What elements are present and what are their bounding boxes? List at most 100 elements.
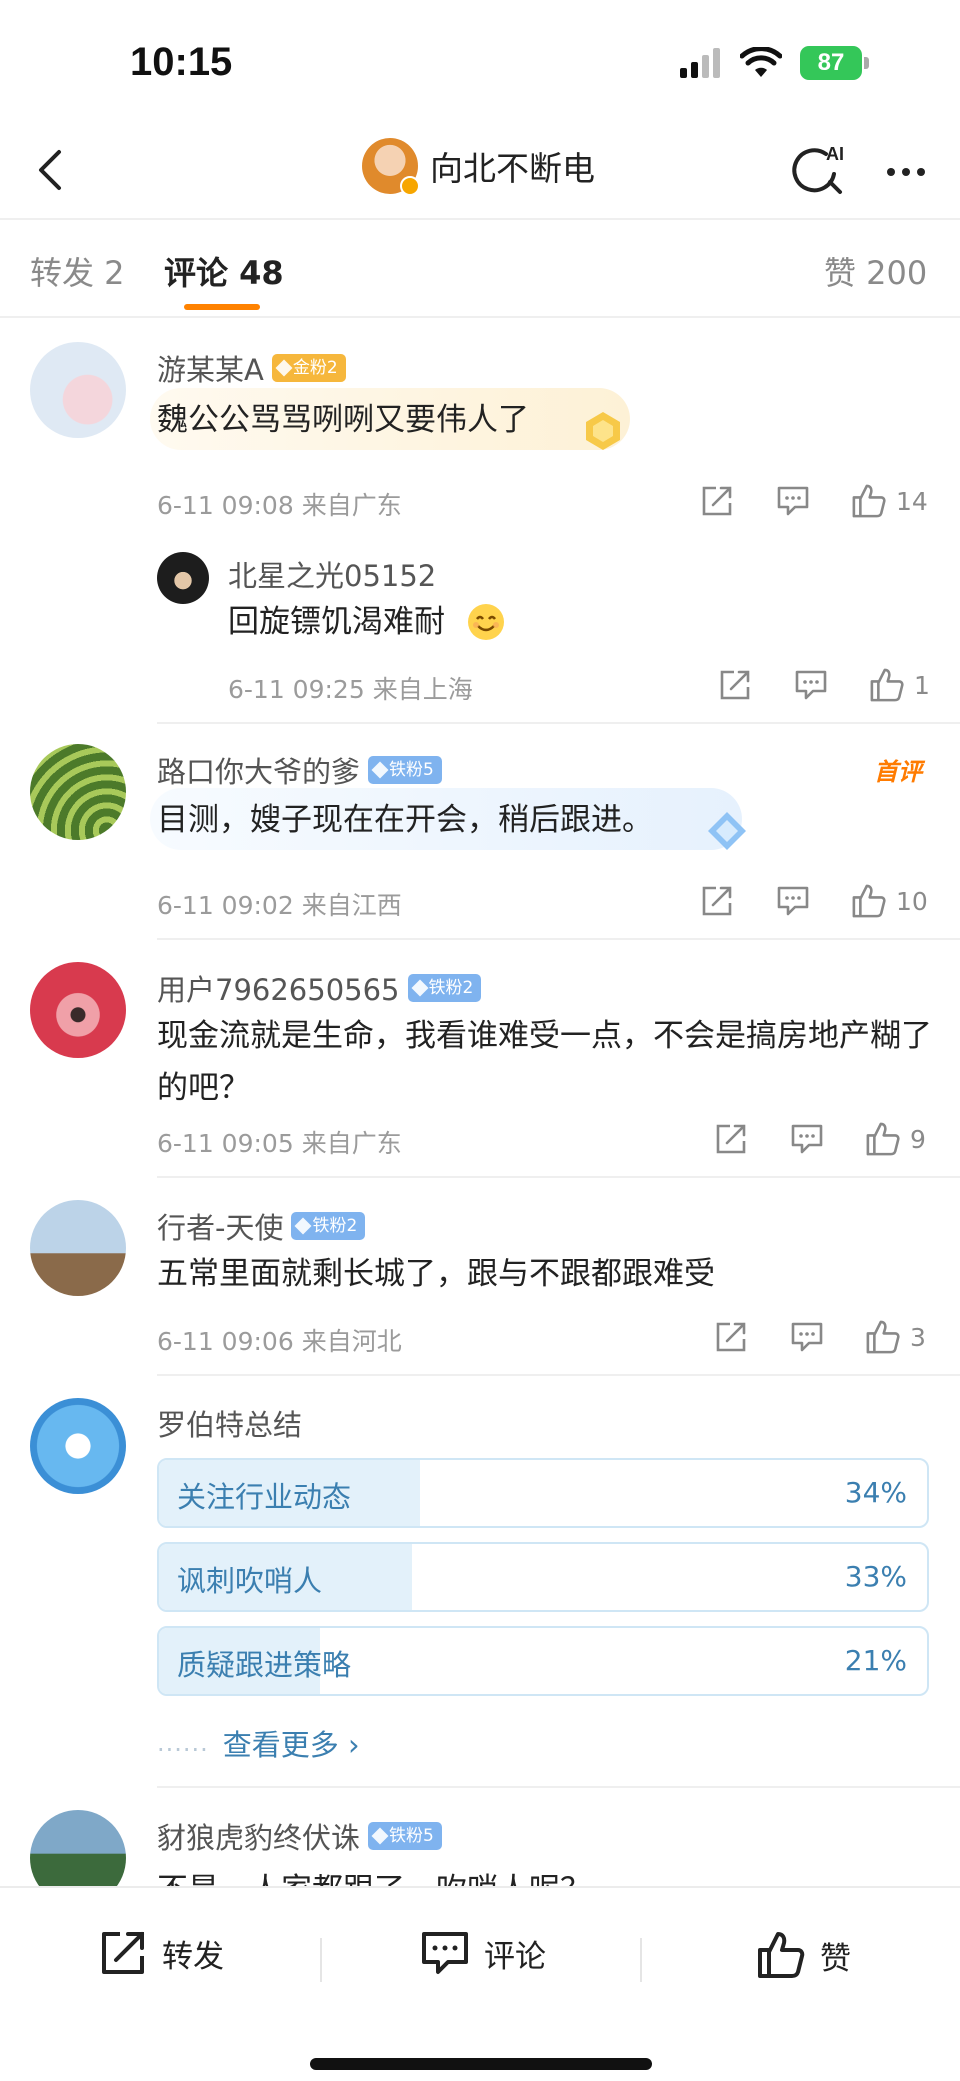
gem-icon [294, 1217, 312, 1235]
reply-action-button[interactable] [784, 1314, 830, 1360]
robot-avatar[interactable] [30, 1398, 126, 1494]
share-icon [716, 1124, 746, 1154]
first-comment-tag: 首评 [874, 758, 922, 786]
gem-icon [371, 761, 389, 779]
reply-action-button[interactable] [770, 478, 816, 524]
battery-icon: 87 [800, 46, 869, 80]
tab-comment[interactable]: 评论 48 [164, 248, 284, 294]
comment-username[interactable]: 用户7962650565 铁粉2 [157, 967, 482, 1009]
comment-text: 现金流就是生命，我看谁难受一点，不会是搞房地产糊了的吧？ [157, 1018, 932, 1106]
gem-icon [371, 1827, 389, 1845]
comment-text: 魏公公骂骂咧咧又要伟人了 [157, 402, 529, 438]
comment-meta: 6-11 09:08 来自广东 [157, 491, 402, 520]
like-action-button[interactable] [860, 1314, 906, 1360]
comment-username[interactable]: 豺狼虎豹终伏诛 铁粉5 [157, 1815, 442, 1857]
like-count: 3 [910, 1322, 926, 1352]
thumbs-up-icon [870, 668, 904, 702]
summary-option[interactable]: 关注行业动态 34% [157, 1458, 929, 1528]
signal-icon [680, 48, 720, 78]
home-indicator [310, 2058, 652, 2070]
like-action-button[interactable] [846, 478, 892, 524]
tab-repost[interactable]: 转发 2 [30, 248, 125, 294]
reply-avatar[interactable] [157, 552, 209, 604]
reply-action-button[interactable] [784, 1116, 830, 1162]
divider [157, 1374, 960, 1376]
divider [157, 938, 960, 940]
reply-action-button[interactable] [788, 662, 834, 708]
dotted-line: ...... [157, 1729, 209, 1757]
gem-icon [275, 359, 293, 377]
active-tab-indicator [184, 304, 260, 310]
comment-username[interactable]: 游某某A 金粉2 [157, 347, 346, 389]
repost-action-button[interactable] [708, 1314, 754, 1360]
repost-button[interactable]: 转发 [98, 1930, 224, 1976]
summary-title: 罗伯特总结 [157, 1408, 303, 1442]
status-icons: 87 [680, 46, 869, 80]
ai-search-icon: AI [792, 144, 844, 194]
battery-level: 87 [800, 46, 862, 80]
author-avatar[interactable] [362, 138, 420, 196]
summary-option-percent: 33% [844, 1560, 907, 1593]
bottom-action-bar: 转发 评论 赞 [0, 1886, 960, 2081]
gold-gem-icon [586, 412, 620, 450]
author-name[interactable]: 向北不断电 [430, 142, 595, 190]
like-count: 14 [896, 486, 928, 516]
more-button[interactable] [878, 144, 934, 200]
user-avatar[interactable] [30, 744, 126, 840]
summary-option[interactable]: 质疑跟进策略 21% [157, 1626, 929, 1696]
share-icon [702, 486, 732, 516]
like-action-button[interactable] [864, 662, 910, 708]
fan-badge: 铁粉5 [368, 1822, 442, 1850]
comment-meta: 6-11 09:02 来自江西 [157, 891, 402, 920]
like-action-button[interactable] [846, 878, 892, 924]
repost-action-button[interactable] [708, 1116, 754, 1162]
tab-like[interactable]: 赞 200 [824, 248, 927, 294]
more-dot-icon [887, 168, 895, 176]
comment-actions: 9 [708, 1116, 950, 1162]
comment-icon [795, 670, 827, 700]
gem-icon [411, 979, 429, 997]
summary-option-label: 讽刺吹哨人 [177, 1564, 323, 1598]
comment-icon [791, 1322, 823, 1352]
share-icon [102, 1932, 144, 1974]
repost-action-button[interactable] [694, 478, 740, 524]
fan-badge: 金粉2 [271, 354, 346, 382]
reply-meta: 6-11 09:25 来自上海 [228, 675, 473, 704]
like-button[interactable]: 赞 [756, 1930, 851, 1980]
divider [157, 1786, 960, 1788]
smile-emoji-icon [468, 604, 504, 640]
see-more-link[interactable]: ...... 查看更多 › [157, 1722, 360, 1764]
comment-text: 目测，嫂子现在在开会，稍后跟进。 [157, 802, 653, 838]
reply-action-button[interactable] [770, 878, 816, 924]
summary-option-label: 关注行业动态 [177, 1480, 352, 1514]
thumbs-up-icon [852, 884, 886, 918]
author-header[interactable]: 向北不断电 [362, 138, 595, 196]
like-count: 10 [896, 886, 928, 916]
summary-option[interactable]: 讽刺吹哨人 33% [157, 1542, 929, 1612]
repost-action-button[interactable] [694, 878, 740, 924]
ai-search-button[interactable]: AI [790, 140, 850, 200]
status-bar: 10:15 87 [0, 0, 960, 120]
comment-button[interactable]: 评论 [420, 1930, 546, 1976]
comment-username[interactable]: 路口你大爷的爹 铁粉5 [157, 749, 442, 791]
comment-icon [777, 486, 809, 516]
share-icon [716, 1322, 746, 1352]
summary-option-percent: 34% [844, 1476, 907, 1509]
user-avatar[interactable] [30, 962, 126, 1058]
back-button[interactable] [22, 142, 78, 198]
thumbs-up-icon [866, 1122, 900, 1156]
comment-meta: 6-11 09:05 来自广东 [157, 1129, 402, 1158]
more-dot-icon [902, 168, 910, 176]
user-avatar[interactable] [30, 1200, 126, 1296]
repost-action-button[interactable] [712, 662, 758, 708]
comment-username[interactable]: 行者-天使 铁粉2 [157, 1205, 366, 1247]
fan-badge: 铁粉2 [291, 1212, 366, 1240]
more-dot-icon [917, 168, 925, 176]
user-avatar[interactable] [30, 342, 126, 438]
like-action-button[interactable] [860, 1116, 906, 1162]
share-icon [720, 670, 750, 700]
comment-meta: 6-11 09:06 来自河北 [157, 1327, 402, 1356]
like-count: 1 [914, 670, 930, 700]
reply-username[interactable]: 北星之光05152 [228, 553, 436, 595]
comment-icon [791, 1124, 823, 1154]
